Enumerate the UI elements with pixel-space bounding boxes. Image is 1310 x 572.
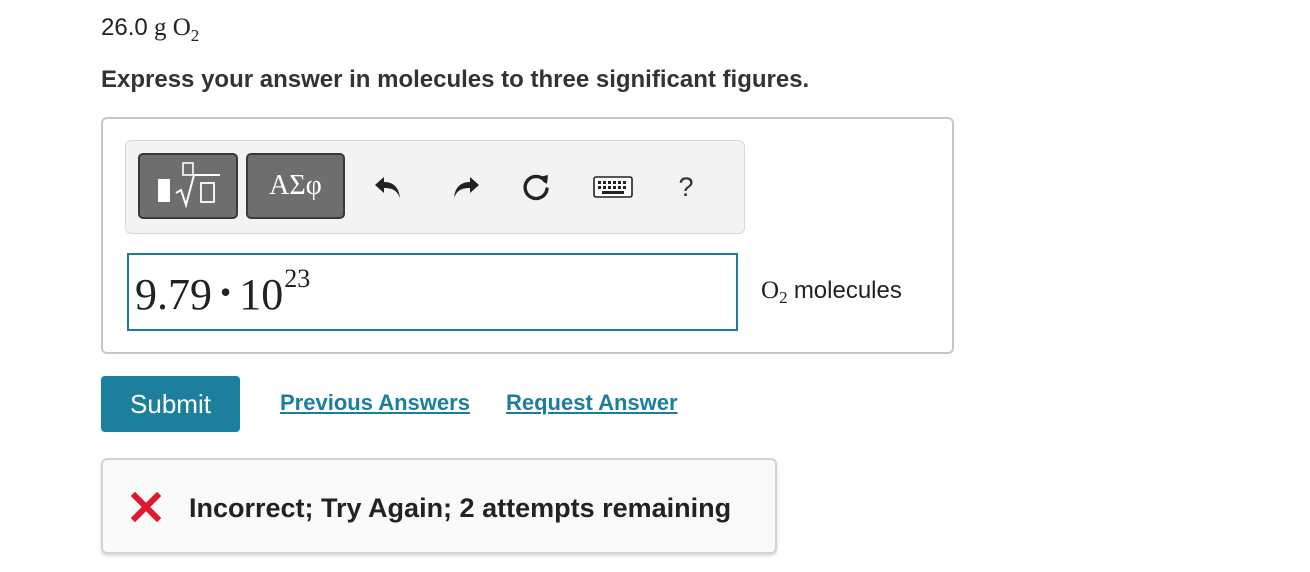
answer-expression: 9.79 • 1023 xyxy=(135,264,310,320)
redo-icon xyxy=(454,177,479,198)
unit-element: O xyxy=(761,277,780,304)
reset-icon xyxy=(523,174,549,201)
answer-mantissa: 9.79 xyxy=(135,270,212,319)
symbols-button[interactable]: ΑΣφ xyxy=(246,153,345,219)
multiply-operator: • xyxy=(220,274,232,310)
mass-value: 26.0 xyxy=(101,14,148,41)
templates-icon xyxy=(158,162,220,209)
request-answer-link[interactable]: Request Answer xyxy=(506,390,678,416)
previous-answers-link[interactable]: Previous Answers xyxy=(280,390,470,416)
formula-element: O xyxy=(172,14,191,41)
redo-button[interactable] xyxy=(450,169,482,205)
problem-statement: 26.0 g O2 xyxy=(101,14,200,45)
answer-input[interactable]: 9.79 • 1023 xyxy=(127,253,738,331)
incorrect-x-icon xyxy=(131,492,161,522)
submit-button[interactable]: Submit xyxy=(101,376,240,432)
undo-icon xyxy=(375,177,400,198)
unit-word: molecules xyxy=(793,277,902,304)
instruction-text: Express your answer in molecules to thre… xyxy=(101,66,810,93)
feedback-box: Incorrect; Try Again; 2 attempts remaini… xyxy=(101,458,777,554)
undo-button[interactable] xyxy=(372,169,404,205)
feedback-message: Incorrect; Try Again; 2 attempts remaini… xyxy=(189,493,732,523)
math-toolbar: ΑΣφ ? xyxy=(125,140,745,234)
reset-button[interactable] xyxy=(519,169,553,205)
unit-subscript: 2 xyxy=(779,288,788,307)
unit-label: O2 molecules xyxy=(761,277,902,307)
keyboard-button[interactable] xyxy=(593,169,633,205)
answer-panel: ΑΣφ ? 9.79 • 1023 O2 molecules xyxy=(101,117,954,354)
formula-subscript: 2 xyxy=(190,26,200,45)
help-button[interactable]: ? xyxy=(674,169,698,205)
answer-exponent: 23 xyxy=(284,264,311,293)
answer-base: 10 xyxy=(239,270,284,319)
templates-button[interactable] xyxy=(138,153,238,219)
mass-unit: g xyxy=(153,14,167,41)
keyboard-icon xyxy=(593,176,633,198)
